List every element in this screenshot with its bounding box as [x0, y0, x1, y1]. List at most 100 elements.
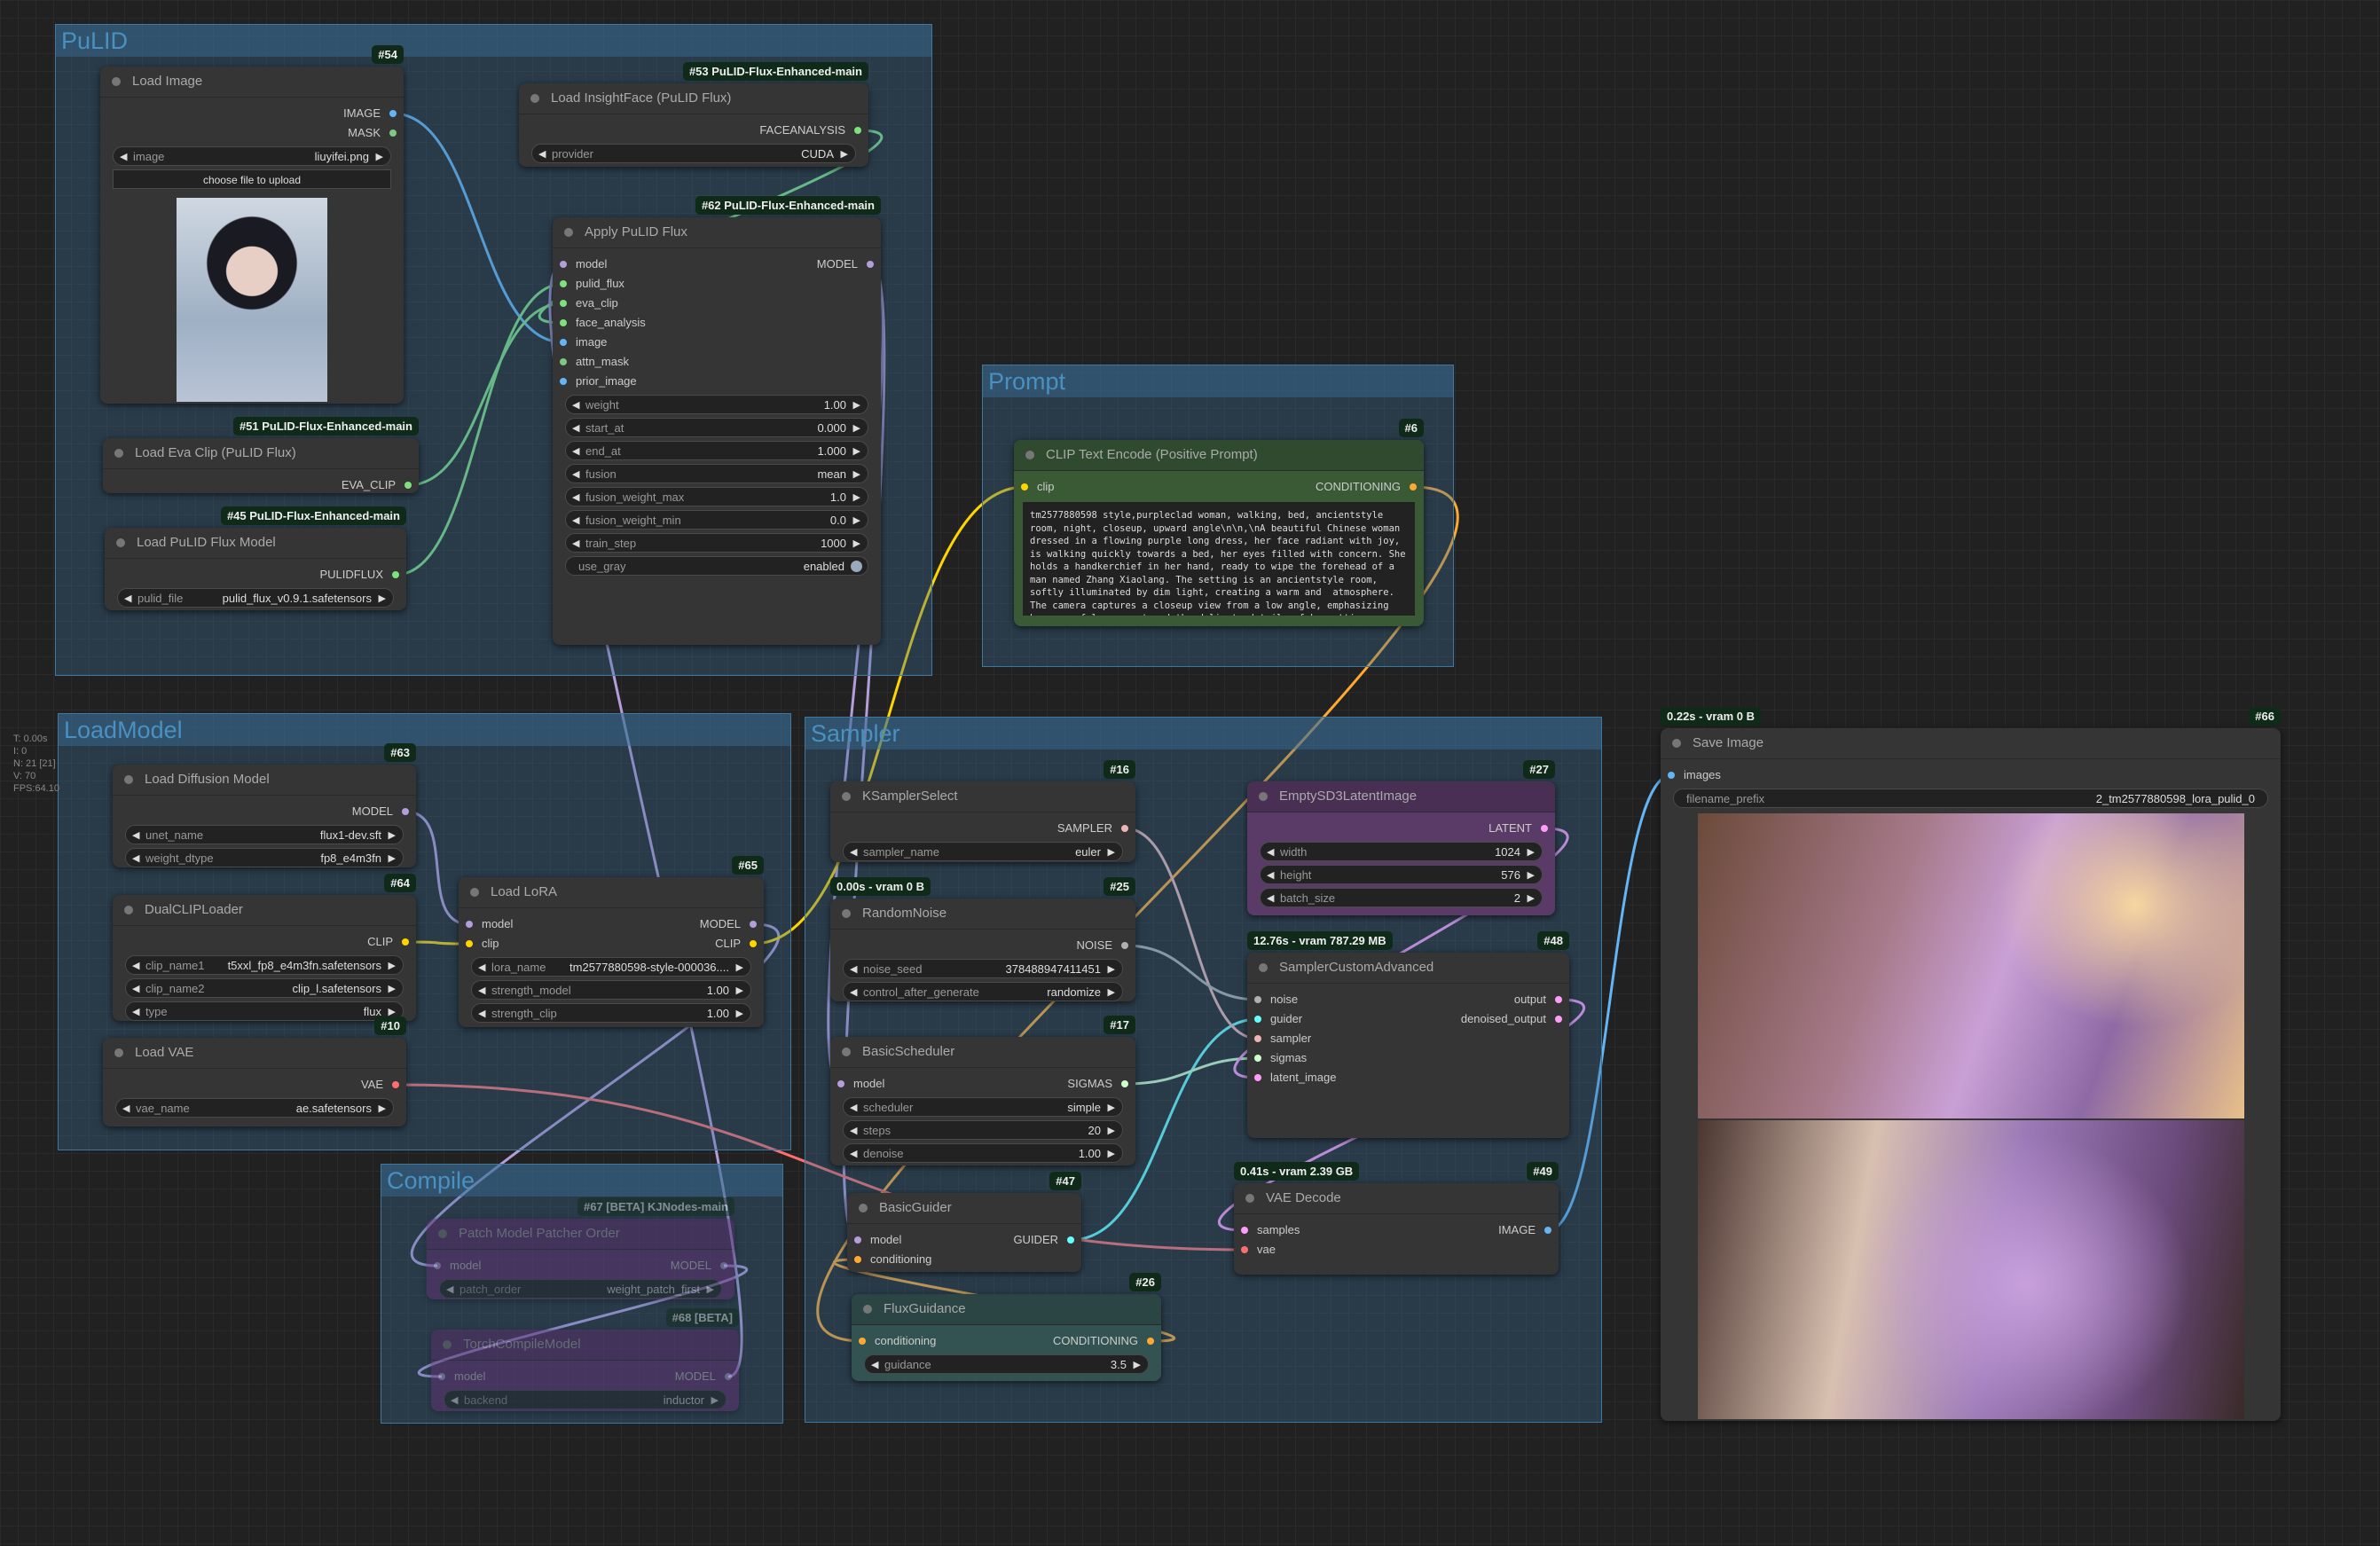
noise-socket-icon[interactable]: [1254, 996, 1261, 1003]
latent-socket-icon[interactable]: [1241, 1227, 1248, 1234]
output-slot-mask[interactable]: MASK: [348, 123, 397, 143]
node-emptysd3latentimage[interactable]: EmptySD3LatentImage #27 LATENT ◀ ▶ width 1024 ◀…: [1247, 760, 1555, 915]
output-slot-sigmas[interactable]: SIGMAS: [1067, 1074, 1128, 1094]
input-slot-face-analysis[interactable]: face_analysis: [560, 313, 646, 333]
widget-steps[interactable]: ◀ ▶ steps 20: [843, 1120, 1123, 1140]
output-slot-model[interactable]: MODEL: [817, 255, 874, 274]
input-slot-model[interactable]: model: [837, 1074, 884, 1094]
node-title[interactable]: Load PuLID Flux Model: [105, 528, 406, 559]
output-slot-model[interactable]: MODEL: [352, 802, 409, 821]
decrement-arrow-icon[interactable]: ◀: [132, 826, 139, 845]
decrement-arrow-icon[interactable]: ◀: [572, 465, 579, 484]
increment-arrow-icon[interactable]: ▶: [376, 147, 383, 167]
decrement-arrow-icon[interactable]: ◀: [850, 1144, 857, 1164]
node-fluxguidance[interactable]: FluxGuidance #26 conditioning CONDITIONING ◀…: [852, 1273, 1161, 1381]
decrement-arrow-icon[interactable]: ◀: [478, 981, 485, 1001]
node-title[interactable]: Load InsightFace (PuLID Flux): [519, 83, 868, 114]
widget-type[interactable]: ◀ ▶ type flux: [125, 1001, 404, 1021]
input-slot-latent-image[interactable]: latent_image: [1254, 1068, 1336, 1087]
node-vae-decode[interactable]: VAE Decode #49 0.41s - vram 2.39 GB samples…: [1234, 1162, 1559, 1275]
decrement-arrow-icon[interactable]: ◀: [120, 147, 127, 167]
image-socket-icon[interactable]: [560, 339, 567, 346]
increment-arrow-icon[interactable]: ▶: [707, 1280, 714, 1299]
widget-denoise[interactable]: ◀ ▶ denoise 1.00: [843, 1143, 1123, 1163]
clip-socket-icon[interactable]: [402, 938, 409, 946]
node-samplercustomadvanced[interactable]: SamplerCustomAdvanced #48 12.76s - vram 78…: [1247, 931, 1569, 1138]
output-slot-clip[interactable]: CLIP: [715, 934, 757, 953]
image-socket-icon[interactable]: [389, 110, 397, 117]
collapse-dot-icon[interactable]: [564, 228, 573, 237]
input-slot-vae[interactable]: vae: [1241, 1240, 1276, 1260]
node-title[interactable]: EmptySD3LatentImage: [1247, 781, 1555, 812]
output-slot-sampler[interactable]: SAMPLER: [1057, 819, 1128, 838]
input-slot-model[interactable]: model: [438, 1367, 485, 1386]
decrement-arrow-icon[interactable]: ◀: [538, 145, 546, 164]
increment-arrow-icon[interactable]: ▶: [736, 1004, 743, 1024]
node-clip-text-encode-positive-prompt[interactable]: CLIP Text Encode (Positive Prompt) #6 clip…: [1014, 419, 1424, 626]
node-title[interactable]: TorchCompileModel: [431, 1330, 739, 1361]
increment-arrow-icon[interactable]: ▶: [379, 589, 386, 608]
sampler-socket-icon[interactable]: [1254, 1035, 1261, 1042]
decrement-arrow-icon[interactable]: ◀: [1267, 843, 1274, 862]
decrement-arrow-icon[interactable]: ◀: [572, 396, 579, 415]
node-title[interactable]: Load Image: [100, 67, 404, 98]
widget-unet-name[interactable]: ◀ ▶ unet_name flux1-dev.sft: [125, 825, 404, 844]
decrement-arrow-icon[interactable]: ◀: [124, 589, 131, 608]
widget-scheduler[interactable]: ◀ ▶ scheduler simple: [843, 1097, 1123, 1117]
decrement-arrow-icon[interactable]: ◀: [572, 534, 579, 553]
increment-arrow-icon[interactable]: ▶: [1108, 983, 1115, 1002]
collapse-dot-icon[interactable]: [530, 94, 539, 103]
model-socket-icon[interactable]: [560, 261, 567, 268]
decrement-arrow-icon[interactable]: ◀: [850, 1121, 857, 1141]
node-title[interactable]: RandomNoise: [830, 899, 1135, 930]
widget-vae-name[interactable]: ◀ ▶ vae_name ae.safetensors: [115, 1098, 394, 1118]
input-slot-guider[interactable]: guider: [1254, 1009, 1302, 1029]
collapse-dot-icon[interactable]: [124, 906, 133, 914]
node-title[interactable]: BasicScheduler: [830, 1037, 1135, 1068]
decrement-arrow-icon[interactable]: ◀: [850, 1098, 857, 1118]
output-slot-latent[interactable]: LATENT: [1488, 819, 1548, 838]
decrement-arrow-icon[interactable]: ◀: [132, 956, 139, 976]
input-slot-prior-image[interactable]: prior_image: [560, 372, 637, 391]
increment-arrow-icon[interactable]: ▶: [853, 396, 860, 415]
vae-socket-icon[interactable]: [392, 1081, 399, 1088]
guider-socket-icon[interactable]: [1067, 1236, 1074, 1244]
widget-filename-prefix[interactable]: filename_prefix 2_tm2577880598_lora_pulid…: [1673, 789, 2268, 808]
latent-socket-icon[interactable]: [1555, 996, 1562, 1003]
widget-height[interactable]: ◀ ▶ height 576: [1260, 865, 1543, 884]
widget-batch-size[interactable]: ◀ ▶ batch_size 2: [1260, 888, 1543, 907]
image-socket-icon[interactable]: [1544, 1227, 1551, 1234]
increment-arrow-icon[interactable]: ▶: [853, 465, 860, 484]
node-title[interactable]: Load Eva Clip (PuLID Flux): [103, 438, 419, 469]
sigmas-socket-icon[interactable]: [1254, 1055, 1261, 1062]
input-slot-images[interactable]: images: [1668, 765, 1721, 785]
widget-train-step[interactable]: ◀ ▶ train_step 1000: [565, 533, 868, 553]
conditioning-socket-icon[interactable]: [854, 1256, 861, 1263]
decrement-arrow-icon[interactable]: ◀: [572, 442, 579, 461]
decrement-arrow-icon[interactable]: ◀: [1267, 889, 1274, 908]
widget-use-gray[interactable]: use_gray enabled: [565, 556, 868, 576]
decrement-arrow-icon[interactable]: ◀: [478, 958, 485, 977]
node-title[interactable]: DualCLIPLoader: [113, 895, 416, 926]
decrement-arrow-icon[interactable]: ◀: [446, 1280, 453, 1299]
output-slot-conditioning[interactable]: CONDITIONING: [1316, 477, 1417, 497]
node-title[interactable]: Apply PuLID Flux: [553, 217, 881, 248]
increment-arrow-icon[interactable]: ▶: [389, 826, 396, 845]
model-socket-icon[interactable]: [466, 921, 473, 928]
widget-end-at[interactable]: ◀ ▶ end_at 1.000: [565, 441, 868, 460]
widget-noise-seed[interactable]: ◀ ▶ noise_seed 378488947411451: [843, 959, 1123, 978]
widget-backend[interactable]: ◀ ▶ backend inductor: [444, 1390, 727, 1409]
collapse-dot-icon[interactable]: [863, 1305, 872, 1314]
increment-arrow-icon[interactable]: ▶: [1108, 960, 1115, 979]
node-save-image[interactable]: Save Image #66 0.22s - vram 0 B images filen…: [1661, 707, 2281, 1421]
collapse-dot-icon[interactable]: [124, 775, 133, 784]
image-socket-icon[interactable]: [1668, 772, 1675, 779]
widget-width[interactable]: ◀ ▶ width 1024: [1260, 842, 1543, 861]
green-socket-icon[interactable]: [560, 319, 567, 326]
output-slot-faceanalysis[interactable]: FACEANALYSIS: [759, 121, 861, 140]
widget-fusion[interactable]: ◀ ▶ fusion mean: [565, 464, 868, 483]
conditioning-socket-icon[interactable]: [1147, 1338, 1154, 1345]
increment-arrow-icon[interactable]: ▶: [736, 958, 743, 977]
collapse-dot-icon[interactable]: [1672, 739, 1681, 748]
widget-control-after-generate[interactable]: ◀ ▶ control_after_generate randomize: [843, 982, 1123, 1001]
